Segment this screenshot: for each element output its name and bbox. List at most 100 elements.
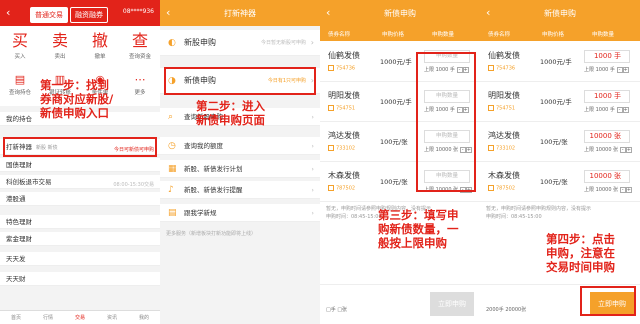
more-icon: ⋯ <box>134 73 146 86</box>
bond-price: 100元/张 <box>380 178 408 186</box>
quantity-limit: 上限 10000 张 - + <box>584 187 632 193</box>
list-icon: ▤ <box>14 73 26 86</box>
query-position-button[interactable]: ▤ 查询持仓 <box>0 72 40 96</box>
tips-text: 暂无，申购时间请参照申购规则内容，没有提示 <box>486 206 592 212</box>
bond-checkbox[interactable]: 733102 <box>488 145 515 152</box>
bond-price: 100元/张 <box>540 138 568 146</box>
subscribe-button[interactable]: 立即申购 <box>430 292 474 316</box>
account-number: 08****936 <box>122 8 154 15</box>
quantity-input[interactable]: 10000 张 <box>584 170 630 183</box>
buy-button[interactable]: 买买入 <box>0 30 40 60</box>
query-quota-item[interactable]: ◷ 查询我的额度 › <box>160 137 320 155</box>
quantity-limit: 上限 1000 手 - + <box>584 107 629 113</box>
new-stock-entry[interactable]: ◐ 新股申购 今日暂无新股可申购 › <box>160 30 320 56</box>
quantity-limit: 上限 1000 手 - + <box>584 67 629 73</box>
plus-icon: + <box>622 67 629 73</box>
star-market-row[interactable]: 科创板退市交易 08:00-15:30交易 <box>0 175 160 189</box>
tiantiancai-row[interactable]: 天天财 <box>0 272 160 286</box>
nav-market[interactable]: 行情 <box>43 314 53 321</box>
bond-checkbox[interactable]: 787502 <box>328 185 355 192</box>
tab-margin-trade[interactable]: 融资融券 <box>70 7 108 23</box>
bond-checkbox[interactable]: 733102 <box>328 145 355 152</box>
ipo-tool-screen: ‹ 打新神器 ◐ 新股申购 今日暂无新股可申购 › ◑ 新债申购 今日有1只可申… <box>160 0 320 324</box>
plus-icon: + <box>625 187 632 193</box>
plus-icon: + <box>622 107 629 113</box>
nav-trade[interactable]: 交易 <box>75 314 85 321</box>
bottom-nav: 首页 行情 交易 资讯 我的 <box>0 310 160 324</box>
nav-news[interactable]: 资讯 <box>107 314 117 321</box>
sell-button[interactable]: 卖卖出 <box>40 30 80 60</box>
tab-normal-trade[interactable]: 普通交易 <box>30 7 68 23</box>
bond-checkbox[interactable]: 787502 <box>488 185 515 192</box>
highlight-box <box>164 67 316 95</box>
tiantianfa-row[interactable]: 天天发 <box>0 252 160 266</box>
nav-home[interactable]: 首页 <box>11 314 21 321</box>
bond-subscribe-empty: ‹ 新债申购 债券名称 申购价格 申购数量 仙鹤发债 754736 1000元/手 … <box>320 0 480 324</box>
search-icon: ⌕ <box>168 111 174 122</box>
bond-checkbox[interactable]: 754736 <box>328 65 355 72</box>
page-title: 新债申购 <box>544 9 576 18</box>
bond-name: 鸿达发债 <box>488 131 520 140</box>
more-button[interactable]: ⋯ 更多 <box>120 72 160 96</box>
bond-checkbox[interactable]: 754736 <box>488 65 515 72</box>
page-title: 新债申购 <box>384 9 416 18</box>
cancel-order-button[interactable]: 撤撤单 <box>80 30 120 60</box>
bond-name: 木森发债 <box>488 171 520 180</box>
bottom-bar: □手 □张 立即申购 <box>320 284 480 324</box>
trade-screen: ‹ 普通交易 融资融券 08****936 买买入 卖卖出 撤撤单 查查询资金 … <box>0 0 160 324</box>
issue-plan-item[interactable]: ▦ 新股、新债发行计划 › <box>160 160 320 178</box>
page-title: 打新神器 <box>224 9 256 18</box>
bond-topbar: ‹ 新债申购 <box>480 0 640 26</box>
quantity-limit: 上限 10000 张 - + <box>584 147 632 153</box>
quantity-input[interactable]: 1000 手 <box>584 90 630 103</box>
quota-icon: ◷ <box>168 140 176 151</box>
time-text: 申购时间：08:45-15:00 <box>486 214 542 220</box>
bond-subscribe-filled: ‹ 新债申购 债券名称 申购价格 申购数量 仙鹤发债 754736 1000元/手 … <box>480 0 640 324</box>
bond-row: 仙鹤发债 754736 1000元/手 1000 手 上限 1000 手 - + <box>480 44 640 82</box>
table-header: 债券名称 申购价格 申购数量 <box>480 26 640 41</box>
bond-price: 1000元/手 <box>540 58 572 66</box>
trade-topbar: ‹ 普通交易 融资融券 08****936 <box>0 0 160 26</box>
zijin-finance-row[interactable]: 紫金理财 <box>0 232 160 246</box>
bond-name: 仙鹤发债 <box>328 51 360 60</box>
bond-name: 鸿达发债 <box>328 131 360 140</box>
highlight-box <box>580 286 636 316</box>
bond-row: 木森发债 787502 100元/张 10000 张 上限 10000 张 - + <box>480 164 640 202</box>
plus-icon: + <box>625 147 632 153</box>
quantity-input[interactable]: 1000 手 <box>584 50 630 63</box>
nav-mine[interactable]: 我的 <box>139 314 149 321</box>
step4-annotation: 第四步：点击 申购，注意在 交易时间申购 <box>546 232 615 274</box>
ipo-topbar: ‹ 打新神器 <box>160 0 320 26</box>
bond-checkbox[interactable]: 754751 <box>488 105 515 112</box>
back-icon[interactable]: ‹ <box>6 6 10 19</box>
bond-name: 仙鹤发债 <box>488 51 520 60</box>
quantity-input[interactable]: 10000 张 <box>584 130 630 143</box>
issue-reminder-item[interactable]: ♪ 新股、新债发行提醒 › <box>160 181 320 199</box>
bond-price: 1000元/手 <box>380 58 412 66</box>
table-header: 债券名称 申购价格 申购数量 <box>320 26 480 41</box>
learn-rules-item[interactable]: ▤ 跟我学新规 › <box>160 204 320 222</box>
bond-checkbox[interactable]: 754751 <box>328 105 355 112</box>
highlight-box <box>3 137 157 157</box>
bond-price: 1000元/手 <box>540 98 572 106</box>
bell-icon: ♪ <box>168 184 174 195</box>
bond-topbar: ‹ 新债申购 <box>320 0 480 26</box>
book-icon: ▤ <box>168 207 177 218</box>
calendar-icon: ▦ <box>168 163 177 174</box>
special-finance-row[interactable]: 特色理财 <box>0 215 160 229</box>
step1-annotation: 第一步：找到 券商对应新股/新债申购入口 <box>40 78 114 120</box>
unit-selector[interactable]: 2000手 20000张 <box>486 306 526 314</box>
unit-selector[interactable]: □手 □张 <box>326 306 347 314</box>
bond-price: 1000元/手 <box>380 98 412 106</box>
footnote: 更多服务（新增板块打新功能即将上线） <box>166 231 257 237</box>
stock-icon: ◐ <box>168 37 176 48</box>
bond-row: 鸿达发债 733102 100元/张 10000 张 上限 10000 张 - + <box>480 124 640 162</box>
bond-name: 木森发债 <box>328 171 360 180</box>
chevron-right-icon: › <box>310 37 314 47</box>
bond-name: 明阳发债 <box>328 91 360 100</box>
bond-price: 100元/张 <box>380 138 408 146</box>
highlight-box <box>416 52 476 192</box>
treasury-row[interactable]: 国债理财 <box>0 158 160 172</box>
hk-connect-row[interactable]: 港股通 <box>0 192 160 206</box>
query-funds-button[interactable]: 查查询资金 <box>120 30 160 60</box>
